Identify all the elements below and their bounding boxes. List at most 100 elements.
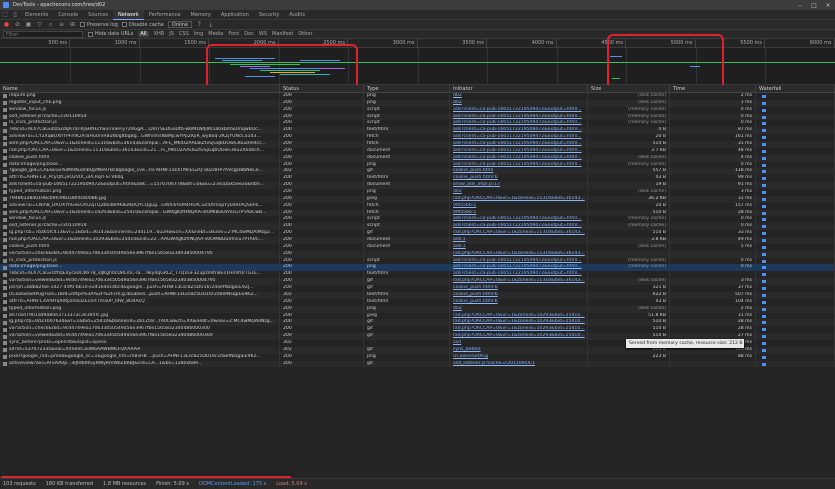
inspect-element-icon[interactable]: ⬚ xyxy=(0,10,10,20)
cell-initiator[interactable]: d02 xyxy=(450,93,588,100)
table-row[interactable]: wim.php?OACCAP=0&vr=1&zoneid=10293&bid=2… xyxy=(0,209,835,217)
table-row[interactable]: pixel?google_nid=pmeb&google_sc=1&google… xyxy=(0,353,835,361)
cell-initiator[interactable]: VM5566:1 xyxy=(450,209,588,217)
table-row[interactable]: cookie_push.html 200 document ads:1 (disk ca… xyxy=(0,243,835,251)
table-row[interactable]: ?ebcid=ALh7CaGvOfhtjE4ycadCWFT8_sIJKgh0c… xyxy=(0,271,835,279)
table-row[interactable]: require.png 200 png d02 (disk cache) 2 ms xyxy=(0,93,835,100)
cell-initiator[interactable]: ads?client=ca-pub-1665172219509472&outpu… xyxy=(450,264,588,272)
table-row[interactable]: ads?client=ca-pub-1665172219509472&outpu… xyxy=(0,182,835,190)
search-icon[interactable]: ⌕ xyxy=(47,21,54,28)
column-header-status[interactable]: Status xyxy=(280,85,364,93)
table-row[interactable]: cookie_push.html 200 document ads?client=ca… xyxy=(0,154,835,162)
filter-type-doc[interactable]: Doc xyxy=(244,31,254,37)
tab-elements[interactable]: Elements xyxy=(20,10,53,20)
table-row[interactable]: 8e7cbd7901dd9a80e3713372c3e395fc.jpg 200 j… xyxy=(0,312,835,320)
table-row[interactable]: rad.php?OACCAP=0&vr=1&zoneid=10293&bid=2… xyxy=(0,237,835,244)
tab-audits[interactable]: Audits xyxy=(284,10,310,20)
cell-initiator[interactable]: cookie_push.html:6 xyxy=(450,291,588,299)
cell-initiator[interactable]: ads?client=ca-pub-1665172219509472&outpu… xyxy=(450,127,588,135)
column-header-time[interactable]: Time xyxy=(670,85,756,93)
cell-initiator[interactable]: cookie_push.html:6 xyxy=(450,285,588,292)
cell-initiator[interactable]: ads?client=ca-pub-1665172219509472&outpu… xyxy=(450,120,588,128)
preserve-log-checkbox[interactable]: Preserve log xyxy=(80,22,118,28)
tab-console[interactable]: Console xyxy=(53,10,83,20)
cell-initiator[interactable]: cookie_push.html:6 xyxy=(450,175,588,183)
close-icon[interactable]: × xyxy=(821,0,835,10)
tab-network[interactable]: Network xyxy=(112,9,144,20)
cell-initiator[interactable]: osd_listener.js?cache=r20110914:1 xyxy=(450,360,588,368)
device-toolbar-icon[interactable]: ▯ xyxy=(10,10,20,20)
cell-initiator[interactable]: ads?client=ca-pub-1665172219509472&outpu… xyxy=(450,134,588,142)
cell-initiator[interactable]: ads:1 xyxy=(450,237,588,244)
table-row[interactable]: va?action=viewed&did=9cd4749ea1706334505… xyxy=(0,278,835,286)
export-har-icon[interactable]: ⤓ xyxy=(207,21,214,28)
cell-initiator[interactable]: ads?client=ca-pub-1665172219509472&outpu… xyxy=(450,113,588,121)
cell-initiator[interactable]: d02 xyxy=(450,189,588,196)
filter-type-manifest[interactable]: Manifest xyxy=(272,31,293,37)
table-row[interactable]: UCookieSetPug?sid=18rd=https%3A%2F%2Fcm.… xyxy=(0,291,835,299)
table-row[interactable]: lg.php?cb=0d21007634&vr=1&bid=25410&bann… xyxy=(0,319,835,327)
table-row[interactable]: attr?d=AHNF13i_PcyQtCjeO2VIX_uIA,Rqrl-ST… xyxy=(0,175,835,183)
filter-type-ws[interactable]: WS xyxy=(259,31,267,37)
disable-cache-checkbox[interactable]: Disable cache xyxy=(121,22,164,28)
filter-icon[interactable]: ▽ xyxy=(36,21,43,28)
table-row[interactable]: data:image/png;base... 200 png ads?client=c… xyxy=(0,264,835,272)
filter-type-media[interactable]: Media xyxy=(208,31,223,37)
table-row[interactable]: 794861384019Bcb9fc9fb108fdc8008b.jpg 200 j… xyxy=(0,195,835,203)
filter-type-other[interactable]: Other xyxy=(298,31,312,37)
filter-type-xhr[interactable]: XHR xyxy=(154,31,165,37)
table-row[interactable]: va?action=check&did=9cd4749ea17063345054… xyxy=(0,326,835,334)
cell-initiator[interactable]: UCookieSetPug xyxy=(450,353,588,361)
table-row[interactable]: wim.php?OACCAP=0&vr=1&zoneid=11316&bid=3… xyxy=(0,141,835,148)
table-row[interactable]: adview?ai=CY2XqBUXhYPFmK2ATaHu0rvR8uN0gI… xyxy=(0,134,835,142)
table-row[interactable]: rx_click_protection.js 200 script ads?clien… xyxy=(0,257,835,265)
table-row[interactable]: adview?ai=CNm8_URUXYhGeEOm2qTQ2b64BPIK8u… xyxy=(0,202,835,210)
capture-screenshots-icon[interactable]: ▣ xyxy=(25,21,32,28)
column-header-size[interactable]: Size xyxy=(588,85,670,93)
table-row[interactable]: typed_information.png 200 png d02 (disk cach… xyxy=(0,305,835,313)
table-row[interactable]: pd?ph=b8b82fae-1d27-4df0-bb10-e24164ec4b… xyxy=(0,285,835,292)
filter-type-font[interactable]: Font xyxy=(228,31,239,37)
cell-initiator[interactable]: rad.php?OACCAP=0&vr=1&zoneid=10293&bid=2… xyxy=(450,319,588,327)
maximize-icon[interactable]: □ xyxy=(807,0,821,10)
column-header-initiator[interactable]: Initiator xyxy=(450,85,588,93)
cell-initiator[interactable]: rad.php?OACCAP=0&vr=1&zoneid=11316&bid=3… xyxy=(450,278,588,286)
import-har-icon[interactable]: ⤒ xyxy=(196,21,203,28)
table-row[interactable]: osd_listener.js?cache=r20110914 200 script… xyxy=(0,113,835,121)
table-row[interactable]: rad.php?OACCAP=0&vr=1&zoneid=11316&bid=3… xyxy=(0,147,835,155)
cell-initiator[interactable]: sync_before xyxy=(450,346,588,354)
table-row[interactable]: data:image/png;base... 200 png ads?client=c… xyxy=(0,161,835,169)
table-row[interactable]: rx_click_protection.js 200 script ads?clien… xyxy=(0,120,835,128)
tab-security[interactable]: Security xyxy=(254,10,285,20)
cell-initiator[interactable]: ads?client=ca-pub-1665172219509472&outpu… xyxy=(450,141,588,148)
cell-initiator[interactable]: ads:1 xyxy=(450,243,588,251)
cell-initiator[interactable]: cookie_push.html:6 xyxy=(450,298,588,306)
tab-sources[interactable]: Sources xyxy=(83,10,113,20)
cell-initiator[interactable]: rad.php?OACCAP=0&vr=1&zoneid=11316&bid=3… xyxy=(450,195,588,203)
cell-initiator[interactable]: ads?client=ca-pub-1665172219509472&outpu… xyxy=(450,216,588,224)
filter-type-all[interactable]: All xyxy=(138,31,149,37)
table-row[interactable]: ?ebcid=ALh7CaGu0za2dqA7aTRjSHfH2Yw37vSH-… xyxy=(0,127,835,135)
cell-initiator[interactable]: ads?client=ca-pub-1665172219509472&outpu… xyxy=(450,106,588,114)
filter-input[interactable]: Filter xyxy=(3,30,83,38)
cell-initiator[interactable]: ads?client=ca-pub-1665172219509472&outpu… xyxy=(450,257,588,265)
cell-initiator[interactable]: show_ads_impl.js:17 xyxy=(450,182,588,190)
table-row[interactable]: va?action=check&did=9cd4749ea17063345054… xyxy=(0,250,835,258)
table-row[interactable]: ?google_gid=CAESEGvYuMmKudnbQpfNe97BcBgo… xyxy=(0,168,835,176)
column-header-waterfall[interactable]: Waterfall xyxy=(756,85,835,93)
cell-initiator[interactable]: rad.php?OACCAP=0&vr=1&zoneid=11316&bid=3… xyxy=(450,250,588,258)
throttling-select[interactable]: Online xyxy=(167,21,193,28)
cell-initiator[interactable]: ads?client=ca-pub-1665172219509472&outpu… xyxy=(450,271,588,279)
view-group-icon[interactable]: ⊞ xyxy=(69,21,76,28)
cell-initiator[interactable]: VM5566:1 xyxy=(450,202,588,210)
table-row[interactable]: typed_information.png 200 png d02 (disk cach… xyxy=(0,189,835,196)
cell-initiator[interactable]: ads?client=ca-pub-1665172219509472&outpu… xyxy=(450,154,588,162)
table-row[interactable]: lg.php?cb=7ba65fc413&vr=1&bid=36143&bann… xyxy=(0,230,835,238)
column-header-type[interactable]: Type xyxy=(364,85,450,93)
table-row[interactable]: window_focus.js 200 script ads?client=ca-pu… xyxy=(0,216,835,224)
clear-icon[interactable]: ⊘ xyxy=(14,21,21,28)
cell-initiator[interactable]: rad.php?OACCAP=0&vr=1&zoneid=10293&bid=2… xyxy=(450,312,588,320)
cell-initiator[interactable]: osd xyxy=(450,339,588,347)
minimize-icon[interactable]: – xyxy=(793,0,807,10)
table-row[interactable]: osd_listener.js?cache=r20110914 200 script… xyxy=(0,223,835,231)
